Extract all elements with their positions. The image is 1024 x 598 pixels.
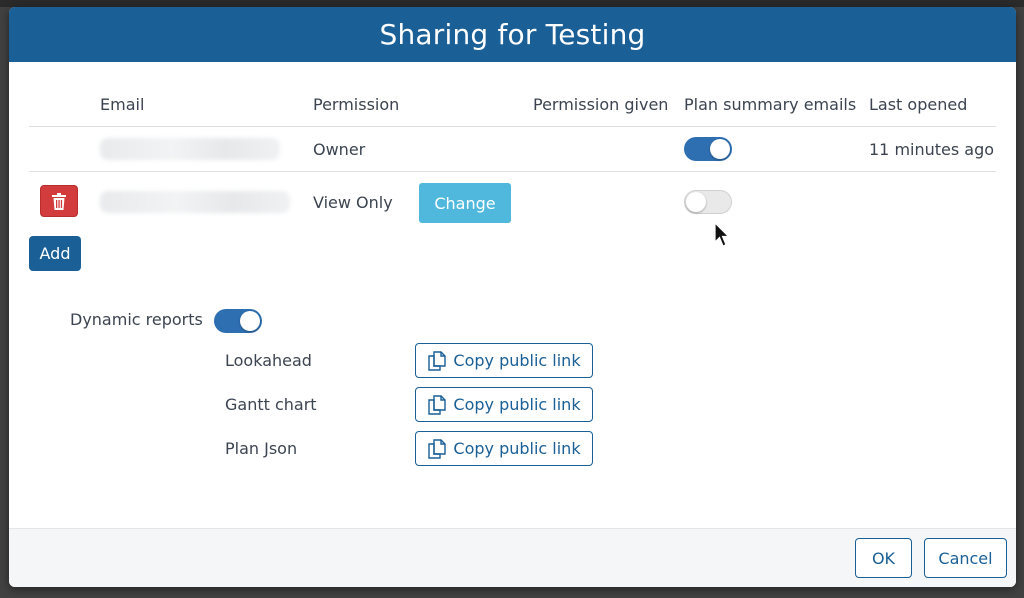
copy-button-label: Copy public link bbox=[453, 395, 581, 414]
cancel-button[interactable]: Cancel bbox=[924, 538, 1007, 578]
copy-icon bbox=[428, 438, 447, 459]
mouse-cursor-icon bbox=[714, 222, 730, 247]
copy-icon bbox=[428, 394, 447, 415]
report-label-gantt-chart: Gantt chart bbox=[225, 395, 317, 414]
permission-value: View Only bbox=[313, 192, 393, 212]
permission-value: Owner bbox=[313, 139, 366, 159]
copy-public-link-button[interactable]: Copy public link bbox=[415, 431, 593, 466]
sharing-dialog: Sharing for Testing Email Permission Per… bbox=[9, 7, 1016, 587]
plan-summary-toggle[interactable] bbox=[684, 190, 732, 214]
dynamic-reports-label: Dynamic reports bbox=[70, 310, 203, 329]
toggle-knob bbox=[686, 192, 706, 212]
copy-button-label: Copy public link bbox=[453, 439, 581, 458]
copy-public-link-button[interactable]: Copy public link bbox=[415, 343, 593, 378]
table-header-row: Email Permission Permission given Plan s… bbox=[29, 82, 996, 127]
ok-button[interactable]: OK bbox=[855, 538, 912, 578]
window-topbar bbox=[0, 0, 1024, 7]
dialog-header: Sharing for Testing bbox=[9, 7, 1016, 62]
copy-public-link-button[interactable]: Copy public link bbox=[415, 387, 593, 422]
column-header-permission-given: Permission given bbox=[533, 94, 669, 114]
column-header-last-opened: Last opened bbox=[869, 94, 968, 114]
redacted-email bbox=[100, 172, 290, 232]
dialog-title: Sharing for Testing bbox=[379, 18, 646, 51]
dynamic-reports-toggle[interactable] bbox=[214, 309, 262, 333]
table-row: Owner 11 minutes ago bbox=[29, 127, 996, 172]
plan-summary-toggle[interactable] bbox=[684, 137, 732, 161]
plan-summary-toggle-cell bbox=[684, 127, 732, 171]
column-header-email: Email bbox=[100, 94, 145, 114]
copy-button-label: Copy public link bbox=[453, 351, 581, 370]
trash-icon bbox=[52, 192, 66, 210]
dialog-footer: OK Cancel bbox=[9, 528, 1016, 587]
copy-icon bbox=[428, 350, 447, 371]
delete-share-button[interactable] bbox=[40, 185, 78, 217]
add-share-button[interactable]: Add bbox=[29, 236, 81, 271]
toggle-knob bbox=[710, 139, 730, 159]
report-label-lookahead: Lookahead bbox=[225, 351, 312, 370]
table-row: View Only Change bbox=[29, 172, 996, 232]
last-opened-value: 11 minutes ago bbox=[869, 139, 995, 159]
change-permission-button[interactable]: Change bbox=[419, 183, 511, 223]
toggle-knob bbox=[240, 311, 260, 331]
column-header-plan-summary-emails: Plan summary emails bbox=[684, 94, 857, 114]
redacted-email bbox=[100, 127, 280, 171]
column-header-permission: Permission bbox=[313, 94, 400, 114]
report-label-plan-json: Plan Json bbox=[225, 439, 298, 458]
sharing-table: Email Permission Permission given Plan s… bbox=[29, 82, 996, 232]
